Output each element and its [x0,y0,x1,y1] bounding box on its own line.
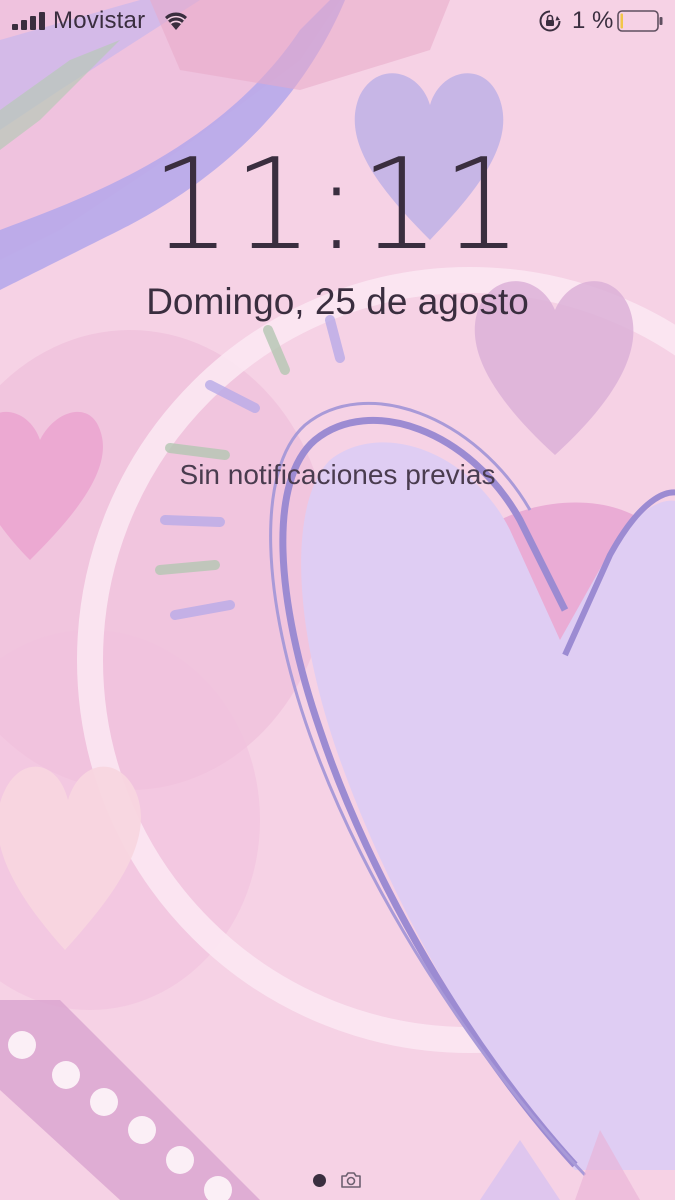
wifi-icon [165,12,187,30]
no-notifications-label: Sin notificaciones previas [179,459,496,490]
signal-icon [12,12,48,30]
battery-percentage: 1 % [572,7,614,34]
rotation-lock-icon [539,10,561,32]
page-indicator [0,1170,675,1190]
lock-screen-time: 11:11 [150,131,525,278]
status-bar: Movistar 1 % [0,0,675,44]
page-dot-current[interactable] [313,1174,326,1187]
camera-icon[interactable] [340,1171,362,1189]
lock-screen: Movistar 1 % 11:11 Domingo, 25 de agosto… [0,0,675,1200]
carrier-name: Movistar [53,7,146,34]
battery-icon [617,10,663,32]
lock-screen-date: Domingo, 25 de agosto [146,281,529,322]
